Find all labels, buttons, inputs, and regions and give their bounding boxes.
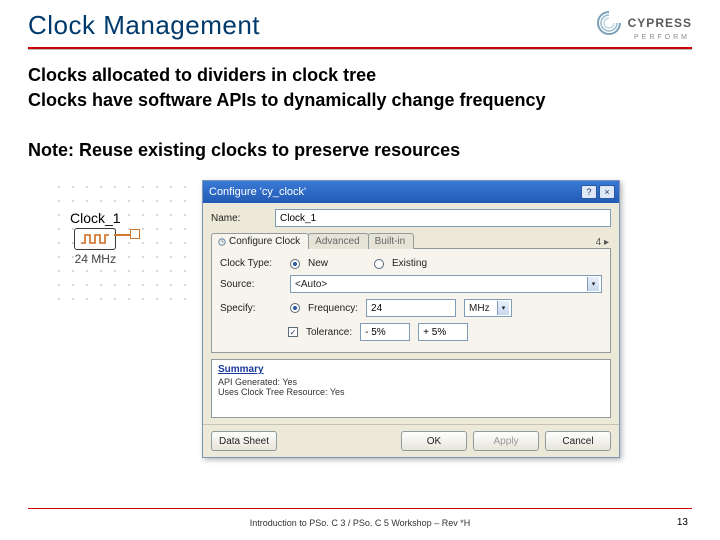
close-button[interactable]: ×	[599, 185, 615, 199]
radio-new[interactable]	[290, 259, 300, 269]
cancel-button[interactable]: Cancel	[545, 431, 611, 451]
ok-button[interactable]: OK	[401, 431, 467, 451]
radio-existing[interactable]	[374, 259, 384, 269]
footer-divider	[28, 508, 692, 510]
clock-tab-icon	[218, 238, 226, 246]
tolerance-minus-input[interactable]	[360, 323, 410, 341]
schematic-diagram: Clock_1 24 MHz	[52, 180, 192, 300]
logo-subtext: PERFORM	[634, 34, 690, 41]
clock-output-terminal	[130, 229, 140, 239]
summary-heading: Summary	[218, 364, 604, 375]
frequency-unit-value: MHz	[469, 303, 490, 314]
frequency-unit-select[interactable]: MHz ▾	[464, 299, 512, 317]
page-number: 13	[677, 517, 688, 528]
dialog-title: Configure 'cy_clock'	[209, 186, 306, 198]
tolerance-checkbox[interactable]: ✓	[288, 327, 298, 337]
tab-configure-clock[interactable]: Configure Clock	[211, 233, 309, 249]
summary-line-2: Uses Clock Tree Resource: Yes	[218, 387, 604, 397]
configure-panel: Clock Type: New Existing Source: <Auto> …	[211, 248, 611, 353]
clock-symbol-label: Clock_1	[70, 210, 121, 226]
tab-builtin[interactable]: Built-in	[368, 233, 415, 249]
bullet-2: Clocks have software APIs to dynamically…	[28, 89, 692, 112]
bullet-1: Clocks allocated to dividers in clock tr…	[28, 64, 692, 87]
clock-symbol-freq: 24 MHz	[75, 252, 116, 266]
name-label: Name:	[211, 213, 269, 224]
source-value: <Auto>	[295, 279, 327, 290]
logo-text: CYPRESS	[628, 16, 692, 30]
source-label: Source:	[220, 279, 282, 290]
help-button[interactable]: ?	[581, 185, 597, 199]
clock-output-wire	[114, 234, 130, 236]
apply-button[interactable]: Apply	[473, 431, 539, 451]
resource-count: 4 ▸	[596, 235, 619, 248]
tab-configure-label: Configure Clock	[229, 236, 300, 247]
brand-logo: CYPRESS PERFORM	[596, 10, 692, 41]
tab-advanced[interactable]: Advanced	[308, 233, 368, 249]
configure-clock-dialog: Configure 'cy_clock' ? × Name: Configure…	[202, 180, 620, 458]
tolerance-plus-input[interactable]	[418, 323, 468, 341]
name-input[interactable]	[275, 209, 611, 227]
square-wave-icon	[81, 234, 109, 244]
radio-frequency-label: Frequency:	[308, 303, 358, 314]
summary-line-1: API Generated: Yes	[218, 377, 604, 387]
frequency-input[interactable]	[366, 299, 456, 317]
specify-label: Specify:	[220, 303, 282, 314]
page-title: Clock Management	[28, 10, 260, 41]
clock-type-label: Clock Type:	[220, 258, 282, 269]
tolerance-label: Tolerance:	[306, 327, 352, 338]
dialog-titlebar: Configure 'cy_clock' ? ×	[203, 181, 619, 203]
chevron-down-icon: ▾	[587, 277, 599, 291]
radio-new-label: New	[308, 258, 328, 269]
chevron-down-icon: ▾	[497, 301, 509, 315]
cypress-swirl-icon	[596, 10, 622, 36]
summary-box: Summary API Generated: Yes Uses Clock Tr…	[211, 359, 611, 418]
clock-symbol-box	[74, 228, 116, 250]
source-select[interactable]: <Auto> ▾	[290, 275, 602, 293]
footer-text: Introduction to PSo. C 3 / PSo. C 5 Work…	[0, 518, 720, 528]
datasheet-button[interactable]: Data Sheet	[211, 431, 277, 451]
radio-existing-label: Existing	[392, 258, 427, 269]
note-text: Note: Reuse existing clocks to preserve …	[28, 139, 692, 162]
radio-frequency[interactable]	[290, 303, 300, 313]
